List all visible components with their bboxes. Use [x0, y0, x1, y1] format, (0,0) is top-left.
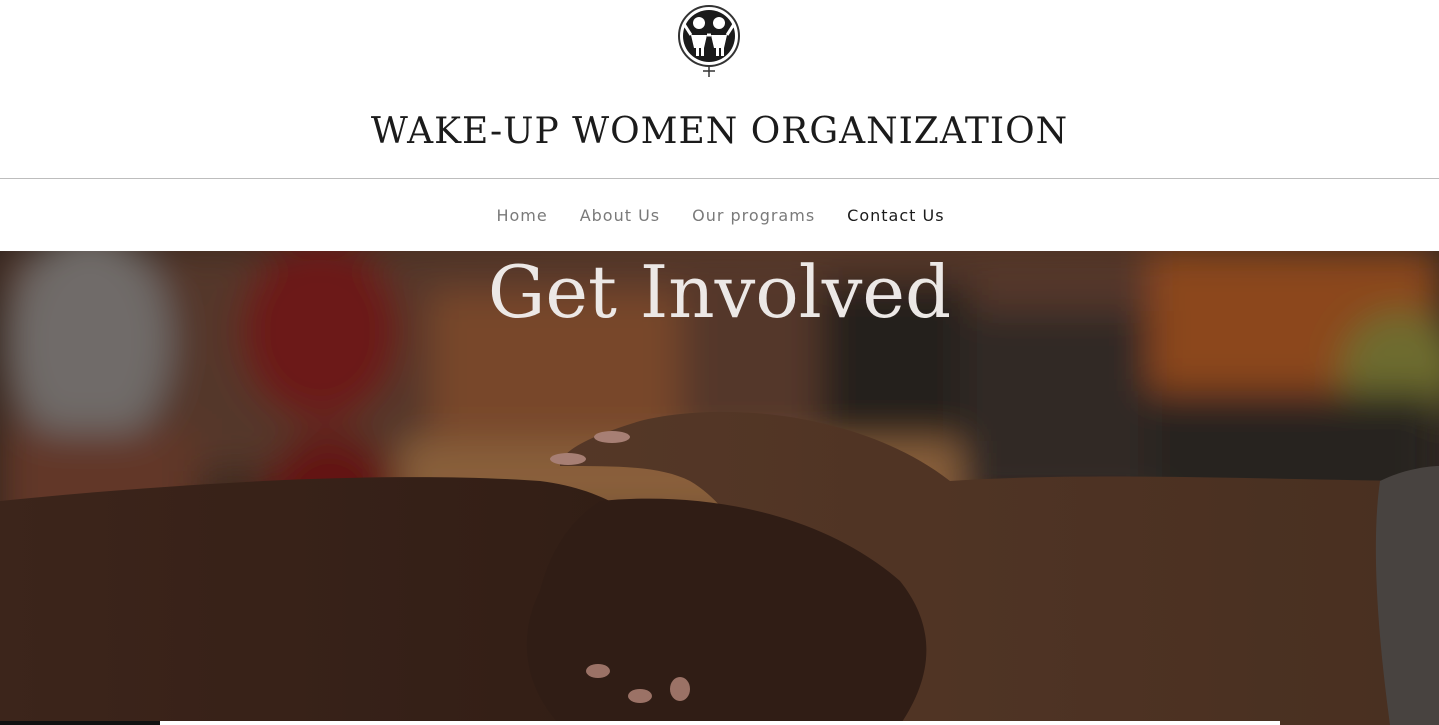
- nav-item-home[interactable]: Home: [496, 206, 547, 225]
- nav-item-about-us[interactable]: About Us: [580, 206, 660, 225]
- main-nav: Home About Us Our programs Contact Us: [0, 179, 1439, 251]
- logo-icon[interactable]: [672, 4, 746, 78]
- bottom-edge-dark: [0, 721, 160, 725]
- nav-item-contact-us[interactable]: Contact Us: [847, 206, 944, 225]
- bottom-edge-strip: [160, 721, 1280, 725]
- hero-title: Get Involved: [487, 250, 952, 334]
- site-header: WAKE-UP WOMEN ORGANIZATION: [0, 0, 1439, 178]
- nav-item-our-programs[interactable]: Our programs: [692, 206, 815, 225]
- site-title: WAKE-UP WOMEN ORGANIZATION: [370, 111, 1069, 152]
